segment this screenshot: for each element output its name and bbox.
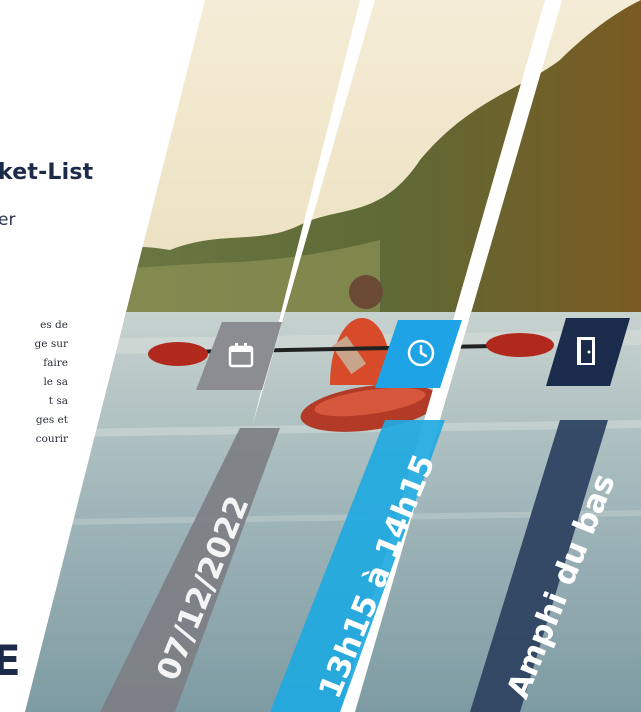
event-poster: ket-List er es de ge sur faire le sa t s… [0,0,641,712]
clock-icon [385,320,457,386]
paragraph-line: ge sur [34,338,68,350]
footer-letter: E [0,636,21,685]
paragraph-line: es de [40,319,68,331]
poster-title: ket-List [0,160,94,185]
calendar-icon [205,322,277,388]
paragraph-line: t sa [48,395,68,407]
description-paragraph: es de ge sur faire le sa t sa ges et cou… [0,316,68,449]
door-icon [550,318,622,384]
paragraph-line: courir [35,433,68,445]
paragraph-line: faire [43,357,68,369]
paragraph-line: ges et [35,414,68,426]
poster-subtitle: er [0,210,16,230]
paragraph-line: le sa [43,376,68,388]
